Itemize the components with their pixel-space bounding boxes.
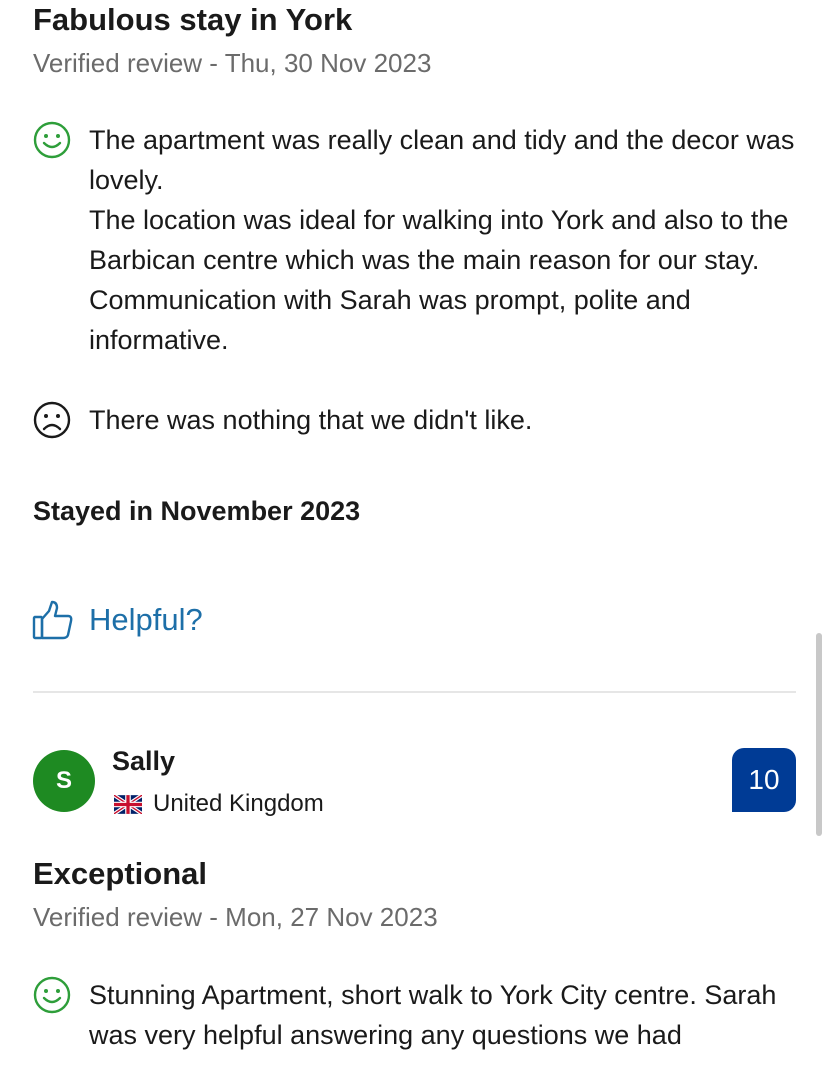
avatar: S [33,750,95,812]
stay-date: Stayed in November 2023 [33,496,361,526]
review-divider [33,691,796,693]
helpful-button[interactable]: Helpful? [30,598,203,642]
thumbs-up-icon [30,598,74,642]
review-title: Exceptional [33,856,207,891]
review-liked-text: The apartment was really clean and tidy … [89,125,795,355]
review-meta: Verified review - Thu, 30 Nov 2023 [33,48,432,78]
country-label: United Kingdom [153,790,324,817]
review-list: Fabulous stay in York Verified review - … [0,0,828,1080]
review-title: Fabulous stay in York [33,2,353,37]
reviewer-name: Sally [112,746,176,776]
helpful-label: Helpful? [89,602,203,637]
reviewer-country: United Kingdom [114,790,324,818]
uk-flag-icon [114,794,142,814]
frown-icon [33,401,71,439]
smile-icon [33,121,71,159]
review-liked-text: Stunning Apartment, short walk to York C… [89,980,777,1050]
smile-icon [33,976,71,1014]
review-disliked-text: There was nothing that we didn't like. [89,405,533,435]
score-badge: 10 [732,748,796,812]
scrollbar[interactable] [816,633,822,836]
review-meta: Verified review - Mon, 27 Nov 2023 [33,902,438,932]
